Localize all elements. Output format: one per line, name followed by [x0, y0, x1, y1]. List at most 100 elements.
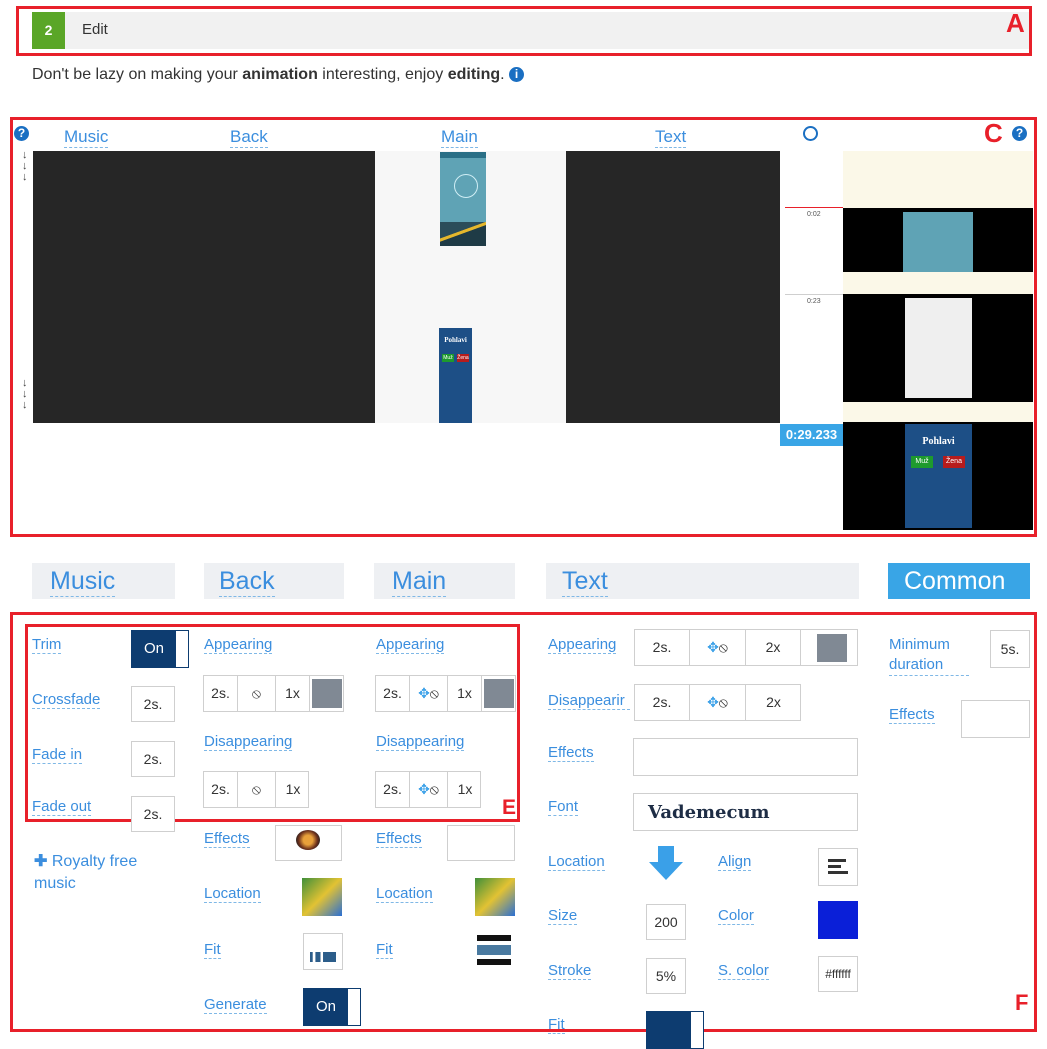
tab-common[interactable]: Common: [888, 563, 1030, 599]
plus-icon: ✚: [34, 853, 48, 870]
text-disappearing-control[interactable]: 2s. ✥⦸ 2x: [634, 684, 801, 721]
back-disappearing-label[interactable]: Disappearing: [204, 733, 293, 751]
main-appearing-control[interactable]: 2s. ✥⦸ 1x: [375, 675, 516, 712]
common-effects-label[interactable]: Effects: [889, 706, 935, 724]
none-icon[interactable]: ⦸: [238, 772, 276, 807]
tab-main[interactable]: Main: [374, 563, 515, 599]
text-track[interactable]: [566, 151, 780, 423]
text-disappearing-label[interactable]: Disappearir: [548, 692, 630, 710]
main-location-label[interactable]: Location: [376, 885, 433, 903]
info-icon[interactable]: i: [509, 67, 525, 82]
main-fit-button[interactable]: [477, 933, 511, 967]
trim-label[interactable]: Trim: [32, 636, 62, 654]
text-location-label[interactable]: Location: [548, 853, 605, 871]
text-fit-label[interactable]: Fit: [548, 1016, 565, 1034]
trim-toggle[interactable]: On: [131, 630, 189, 668]
down-arrows-icon[interactable]: ↓ ↓ ↓: [22, 150, 28, 183]
preview-gap-1: [843, 272, 1033, 294]
main-disappearing-control[interactable]: 2s. ✥⦸ 1x: [375, 771, 481, 808]
stroke-color-field[interactable]: #ffffff: [818, 956, 858, 992]
zoom-arrows-icon[interactable]: ✥⦸: [410, 676, 448, 711]
tab-music[interactable]: Music: [32, 563, 175, 599]
main-clip-thumbnail-2[interactable]: Pohlavi Muž Žena: [439, 328, 472, 423]
location-parrot-thumbnail[interactable]: [302, 878, 342, 916]
text-effects-field[interactable]: [633, 738, 858, 776]
royalty-free-music-link[interactable]: ✚ Royalty free music: [34, 851, 169, 895]
stroke-label[interactable]: Stroke: [548, 962, 592, 980]
fadeout-field[interactable]: 2s.: [131, 796, 175, 832]
back-effects-field[interactable]: [275, 825, 342, 861]
color-swatch[interactable]: [312, 679, 342, 708]
text-color-swatch[interactable]: [818, 901, 858, 939]
align-label[interactable]: Align: [718, 853, 752, 871]
text-appearing-control[interactable]: 2s. ✥⦸ 2x: [634, 629, 858, 666]
size-field[interactable]: 200: [646, 904, 686, 940]
help-icon[interactable]: ?: [14, 126, 29, 141]
time-mark-2: 0:23: [807, 298, 821, 305]
current-time-badge: 0:29.233: [780, 424, 843, 446]
text-fit-toggle[interactable]: [646, 1011, 704, 1049]
zoom-arrows-icon[interactable]: ✥⦸: [690, 685, 746, 720]
generate-toggle[interactable]: On: [303, 988, 361, 1026]
timeline-col-main[interactable]: Main: [441, 127, 478, 148]
help-icon-right[interactable]: ?: [1012, 126, 1027, 141]
color-swatch[interactable]: [817, 634, 847, 662]
time-mark-1: 0:02: [807, 211, 821, 218]
preview-empty-segment: [843, 151, 1033, 208]
annotation-label-a: A: [1006, 8, 1025, 38]
crossfade-field[interactable]: 2s.: [131, 686, 175, 722]
tab-back[interactable]: Back: [204, 563, 344, 599]
back-fit-label[interactable]: Fit: [204, 941, 221, 959]
none-icon[interactable]: ⦸: [238, 676, 276, 711]
back-appearing-control[interactable]: 2s. ⦸ 1x: [203, 675, 344, 712]
preview-frame-1[interactable]: [843, 208, 1033, 272]
back-effects-label[interactable]: Effects: [204, 830, 250, 848]
main-appearing-label[interactable]: Appearing: [376, 636, 445, 654]
annotation-label-f: F: [1015, 990, 1029, 1015]
location-down-arrow-icon[interactable]: [649, 846, 683, 882]
main-clip-thumbnail-1[interactable]: [440, 152, 486, 246]
main-effects-field[interactable]: [447, 825, 515, 861]
text-appearing-label[interactable]: Appearing: [548, 636, 617, 654]
zoom-arrows-icon[interactable]: ✥⦸: [690, 630, 746, 665]
preview-frame-3[interactable]: Pohlavi Muž Žena: [843, 422, 1033, 530]
color-label[interactable]: Color: [718, 907, 754, 925]
fadein-field[interactable]: 2s.: [131, 741, 175, 777]
back-location-label[interactable]: Location: [204, 885, 261, 903]
down-arrows-icon-bottom[interactable]: ↓ ↓ ↓: [22, 378, 28, 411]
main-fit-label[interactable]: Fit: [376, 941, 393, 959]
align-left-button[interactable]: [818, 848, 858, 886]
main-disappearing-label[interactable]: Disappearing: [376, 733, 465, 751]
font-label[interactable]: Font: [548, 798, 579, 816]
stroke-color-label[interactable]: S. color: [718, 962, 769, 980]
color-swatch[interactable]: [484, 679, 514, 708]
crossfade-label[interactable]: Crossfade: [32, 691, 101, 709]
back-appearing-label[interactable]: Appearing: [204, 636, 273, 654]
size-label[interactable]: Size: [548, 907, 578, 925]
fit-icon: [310, 952, 336, 962]
annotation-box-a: [16, 6, 1032, 56]
text-effects-label[interactable]: Effects: [548, 744, 594, 762]
fadeout-label[interactable]: Fade out: [32, 798, 92, 816]
zoom-arrows-icon[interactable]: ✥⦸: [410, 772, 448, 807]
fadein-label[interactable]: Fade in: [32, 746, 83, 764]
music-back-track[interactable]: [33, 151, 375, 423]
playhead-line: [785, 207, 843, 208]
main-effects-label[interactable]: Effects: [376, 830, 422, 848]
back-fit-button[interactable]: [303, 933, 343, 970]
min-duration-field[interactable]: 5s.: [990, 630, 1030, 668]
location-parrot-thumbnail[interactable]: [475, 878, 515, 916]
stroke-field[interactable]: 5%: [646, 958, 686, 994]
timeline-col-music[interactable]: Music: [64, 127, 109, 148]
font-select[interactable]: Vademecum: [633, 793, 858, 831]
tab-text[interactable]: Text: [546, 563, 859, 599]
common-effects-field[interactable]: [961, 700, 1030, 738]
preview-frame-2[interactable]: [843, 294, 1033, 402]
generate-label[interactable]: Generate: [204, 996, 267, 1014]
preview-gap-2: [843, 402, 1033, 422]
timeline-col-back[interactable]: Back: [230, 127, 268, 148]
min-duration-label[interactable]: Minimum duration: [889, 635, 969, 676]
speed-icon[interactable]: [803, 126, 818, 141]
timeline-col-text[interactable]: Text: [655, 127, 687, 148]
back-disappearing-control[interactable]: 2s. ⦸ 1x: [203, 771, 309, 808]
